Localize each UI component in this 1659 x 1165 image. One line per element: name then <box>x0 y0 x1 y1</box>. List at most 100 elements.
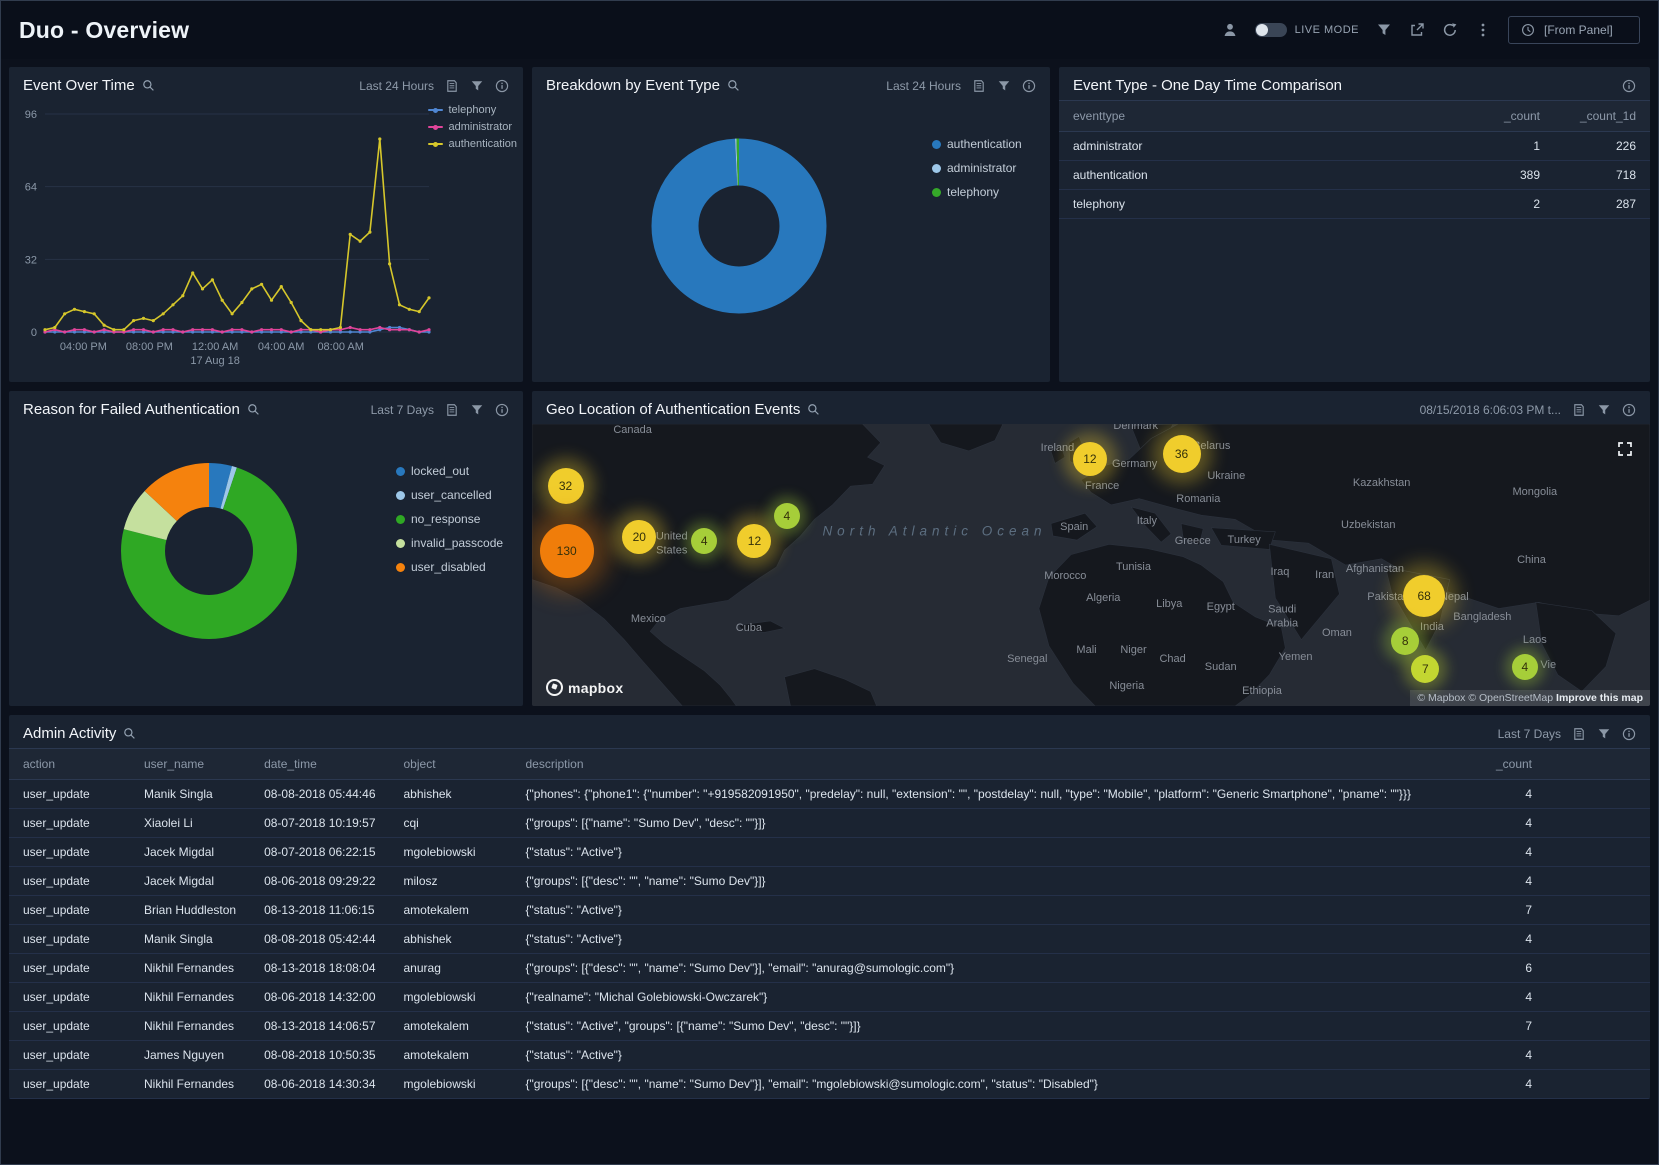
info-icon[interactable] <box>1022 79 1036 93</box>
table-cell: amotekalem <box>390 1041 512 1070</box>
legend-item-user_disabled[interactable]: user_disabled <box>396 560 503 574</box>
map-bubble[interactable]: 4 <box>774 503 800 529</box>
legend-item-administrator[interactable]: administrator <box>428 121 518 133</box>
zoom-icon[interactable] <box>727 79 740 92</box>
filter-icon[interactable] <box>470 79 484 93</box>
map-bubble[interactable]: 8 <box>1391 627 1419 655</box>
user-icon[interactable] <box>1222 22 1238 38</box>
column-header-_count[interactable]: _count <box>1482 749 1650 780</box>
legend-item-authentication[interactable]: authentication <box>932 137 1022 151</box>
mapbox-logo[interactable]: mapbox <box>546 679 623 696</box>
table-row[interactable]: user_updateNikhil Fernandes08-13-2018 18… <box>9 954 1650 983</box>
zoom-icon[interactable] <box>123 727 136 740</box>
legend-item-invalid_passcode[interactable]: invalid_passcode <box>396 536 503 550</box>
table-row[interactable]: user_updateXiaolei Li08-07-2018 10:19:57… <box>9 809 1650 838</box>
info-icon[interactable] <box>495 403 509 417</box>
column-header-_count[interactable]: _count <box>1466 101 1554 132</box>
panel-event-type-comparison: Event Type - One Day Time Comparison eve… <box>1059 67 1650 382</box>
table-cell: user_update <box>9 1012 130 1041</box>
legend-item-telephony[interactable]: telephony <box>932 185 1022 199</box>
table-cell: 718 <box>1554 161 1650 190</box>
refresh-icon[interactable] <box>1442 22 1458 38</box>
table-row[interactable]: user_updateJames Nguyen08-08-2018 10:50:… <box>9 1041 1650 1070</box>
table-row[interactable]: user_updateNikhil Fernandes08-06-2018 14… <box>9 983 1650 1012</box>
column-header-description[interactable]: description <box>512 749 1482 780</box>
panel-title: Event Type - One Day Time Comparison <box>1073 77 1342 94</box>
table-cell: 1 <box>1466 132 1554 161</box>
kebab-menu-icon[interactable] <box>1475 22 1491 38</box>
zoom-icon[interactable] <box>142 79 155 92</box>
legend-item-no_response[interactable]: no_response <box>396 512 503 526</box>
table-row[interactable]: user_updateBrian Huddleston08-13-2018 11… <box>9 896 1650 925</box>
filter-icon[interactable] <box>470 403 484 417</box>
info-icon[interactable] <box>495 79 509 93</box>
legend-marker <box>396 563 405 572</box>
table-cell: Xiaolei Li <box>130 809 250 838</box>
zoom-icon[interactable] <box>247 403 260 416</box>
table-row[interactable]: administrator1226 <box>1059 132 1650 161</box>
filter-icon[interactable] <box>1597 727 1611 741</box>
legend-item-authentication[interactable]: authentication <box>428 138 518 150</box>
map-bubble[interactable]: 4 <box>1512 654 1538 680</box>
world-map[interactable]: North Atlantic Ocean CanadaDenmarkIrelan… <box>532 424 1650 706</box>
table-cell: Nikhil Fernandes <box>130 1012 250 1041</box>
map-bubble[interactable]: 32 <box>548 468 584 504</box>
time-range-selector[interactable]: [From Panel] <box>1508 16 1640 44</box>
table-row[interactable]: user_updateNikhil Fernandes08-06-2018 14… <box>9 1070 1650 1099</box>
column-header-action[interactable]: action <box>9 749 130 780</box>
table-cell: Brian Huddleston <box>130 896 250 925</box>
map-bubble[interactable]: 4 <box>691 528 717 554</box>
table-cell: Nikhil Fernandes <box>130 1070 250 1099</box>
fullscreen-button[interactable] <box>1610 434 1640 464</box>
map-bubble[interactable]: 68 <box>1403 575 1445 617</box>
filter-icon[interactable] <box>1597 403 1611 417</box>
table-row[interactable]: user_updateJacek Migdal08-07-2018 06:22:… <box>9 838 1650 867</box>
column-header-object[interactable]: object <box>390 749 512 780</box>
table-row[interactable]: user_updateManik Singla08-08-2018 05:44:… <box>9 780 1650 809</box>
column-header-eventtype[interactable]: eventtype <box>1059 101 1466 132</box>
info-icon[interactable] <box>1622 403 1636 417</box>
table-row[interactable]: authentication389718 <box>1059 161 1650 190</box>
details-icon[interactable] <box>445 79 459 93</box>
filter-icon[interactable] <box>997 79 1011 93</box>
table-row[interactable]: user_updateNikhil Fernandes08-13-2018 14… <box>9 1012 1650 1041</box>
legend-label: user_cancelled <box>411 488 492 502</box>
info-icon[interactable] <box>1622 727 1636 741</box>
map-attribution: © Mapbox © OpenStreetMap Improve this ma… <box>1410 690 1650 706</box>
table-row[interactable]: telephony2287 <box>1059 190 1650 219</box>
improve-map-link[interactable]: Improve this map <box>1556 692 1643 704</box>
legend-label: administrator <box>947 161 1016 175</box>
table-cell: 4 <box>1482 809 1650 838</box>
table-cell: 4 <box>1482 780 1650 809</box>
legend-item-locked_out[interactable]: locked_out <box>396 464 503 478</box>
legend-label: authentication <box>947 137 1022 151</box>
map-bubble[interactable]: 12 <box>1073 442 1107 476</box>
map-bubble[interactable]: 36 <box>1163 435 1201 473</box>
panel-reason-failed-authentication: Reason for Failed Authentication Last 7 … <box>9 391 523 706</box>
zoom-icon[interactable] <box>807 403 820 416</box>
legend-item-administrator[interactable]: administrator <box>932 161 1022 175</box>
column-header-user_name[interactable]: user_name <box>130 749 250 780</box>
legend-item-telephony[interactable]: telephony <box>428 104 518 116</box>
time-range-label: 08/15/2018 6:06:03 PM t... <box>1420 403 1561 417</box>
table-row[interactable]: user_updateManik Singla08-08-2018 05:42:… <box>9 925 1650 954</box>
table-cell: 08-13-2018 11:06:15 <box>250 896 389 925</box>
map-bubble[interactable]: 130 <box>540 524 594 578</box>
legend-item-user_cancelled[interactable]: user_cancelled <box>396 488 503 502</box>
map-bubble[interactable]: 20 <box>622 520 656 554</box>
live-mode-toggle[interactable] <box>1255 23 1287 37</box>
filter-icon[interactable] <box>1376 22 1392 38</box>
info-icon[interactable] <box>1622 79 1636 93</box>
map-bubble[interactable]: 7 <box>1411 655 1439 683</box>
details-icon[interactable] <box>972 79 986 93</box>
table-row[interactable]: user_updateJacek Migdal08-06-2018 09:29:… <box>9 867 1650 896</box>
column-header-_count_1d[interactable]: _count_1d <box>1554 101 1650 132</box>
details-icon[interactable] <box>1572 403 1586 417</box>
map-bubble[interactable]: 12 <box>737 524 771 558</box>
table-cell: {"groups": [{"name": "Sumo Dev", "desc":… <box>512 809 1482 838</box>
column-header-date_time[interactable]: date_time <box>250 749 389 780</box>
details-icon[interactable] <box>445 403 459 417</box>
table-cell: amotekalem <box>390 1012 512 1041</box>
details-icon[interactable] <box>1572 727 1586 741</box>
share-icon[interactable] <box>1409 22 1425 38</box>
